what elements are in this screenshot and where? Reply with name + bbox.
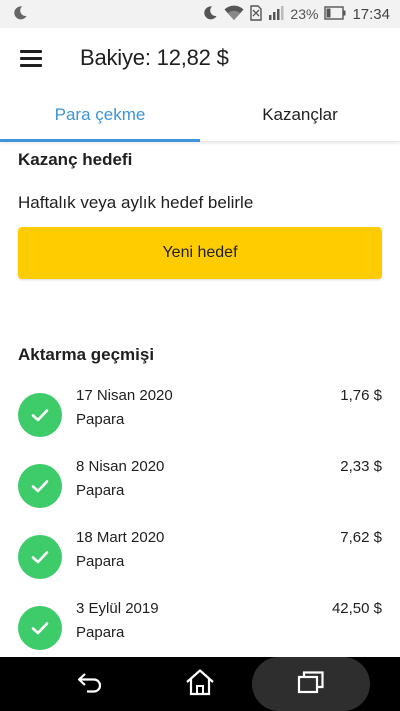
check-icon xyxy=(18,464,62,508)
goal-section-title: Kazanç hedefi xyxy=(18,150,133,169)
tab-bar: Para çekme Kazançlar xyxy=(0,92,400,142)
tab-earnings[interactable]: Kazançlar xyxy=(200,92,400,141)
transfer-date: 17 Nisan 2020 xyxy=(76,387,173,404)
transfer-method: Papara xyxy=(76,482,125,499)
menu-icon[interactable] xyxy=(20,50,42,67)
battery-percent: 23% xyxy=(290,6,319,22)
battery-icon xyxy=(324,5,346,23)
transfer-method: Papara xyxy=(76,624,125,641)
balance-title: Bakiye: 12,82 $ xyxy=(80,45,229,70)
transfer-amount: 7,62 $ xyxy=(340,529,382,546)
recent-apps-icon xyxy=(297,670,325,699)
list-item: 17 Nisan 2020 Papara 1,76 $ xyxy=(0,387,400,453)
goal-subtitle: Haftalık veya aylık hedef belirle xyxy=(18,193,254,212)
transfer-amount: 1,76 $ xyxy=(340,387,382,404)
status-bar: 23% 17:34 xyxy=(0,0,400,28)
recent-apps-button[interactable] xyxy=(252,657,370,711)
transfer-date: 8 Nisan 2020 xyxy=(76,458,165,475)
back-icon xyxy=(76,670,104,699)
check-icon xyxy=(18,535,62,579)
home-button[interactable] xyxy=(170,657,230,711)
history-section-title: Aktarma geçmişi xyxy=(18,345,155,364)
do-not-disturb-icon xyxy=(202,5,218,24)
check-icon xyxy=(18,393,62,437)
no-sim-icon xyxy=(250,4,263,24)
app-header: Bakiye: 12,82 $ xyxy=(0,28,400,88)
clock: 17:34 xyxy=(352,5,390,23)
transfer-amount: 42,50 $ xyxy=(331,600,382,617)
back-button[interactable] xyxy=(60,657,120,711)
signal-icon xyxy=(268,5,284,24)
transfer-method: Papara xyxy=(76,411,125,428)
check-icon xyxy=(18,606,62,650)
home-icon xyxy=(185,668,215,701)
tab-withdraw[interactable]: Para çekme xyxy=(0,92,200,142)
transfer-amount: 2,33 $ xyxy=(340,458,382,475)
transfer-date: 18 Mart 2020 xyxy=(76,529,165,546)
navigation-bar xyxy=(0,657,400,711)
new-goal-button[interactable]: Yeni hedef xyxy=(18,227,382,279)
moon-icon xyxy=(12,5,28,24)
transfer-method: Papara xyxy=(76,553,125,570)
wifi-icon xyxy=(224,5,244,24)
list-item: 18 Mart 2020 Papara 7,62 $ xyxy=(0,529,400,595)
list-item: 8 Nisan 2020 Papara 2,33 $ xyxy=(0,458,400,524)
transfer-date: 3 Eylül 2019 xyxy=(76,600,159,617)
